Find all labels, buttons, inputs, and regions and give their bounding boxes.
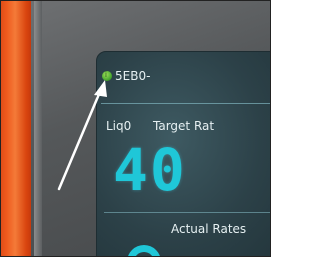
pointer-arrow-icon	[57, 80, 107, 191]
photo-frame: i 5EB0- Liq0 Target Rat 40 Actual Rates	[0, 0, 271, 257]
